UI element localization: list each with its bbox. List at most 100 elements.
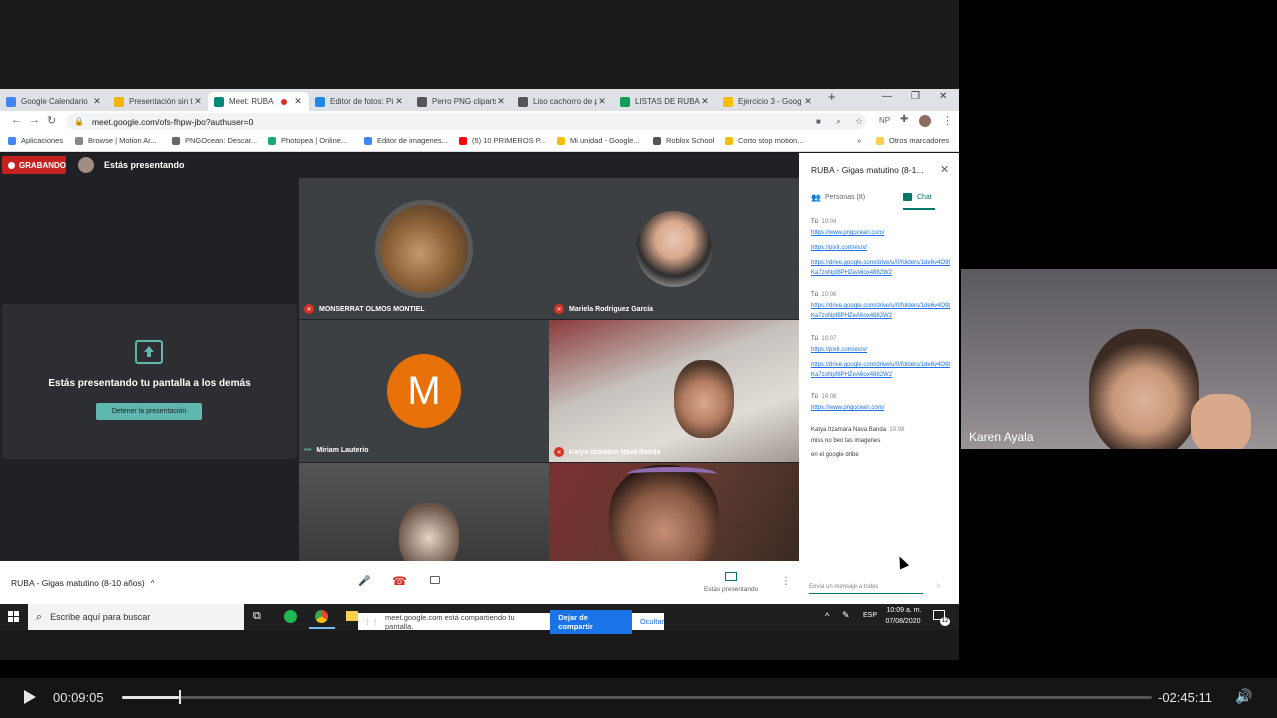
other-bookmarks[interactable]: Otros marcadores xyxy=(876,136,949,145)
reload-icon[interactable]: ↻ xyxy=(47,114,56,127)
chat-message-header: Katya Itzamara Nava Banda 10:08 xyxy=(811,427,904,433)
clock-date[interactable]: 07/08/2020 xyxy=(881,618,925,625)
language-indicator[interactable]: ESP xyxy=(863,612,877,619)
seek-bar[interactable] xyxy=(122,696,1152,699)
chat-link[interactable]: https://pixlr.com/es/x/ xyxy=(811,243,951,253)
bookmark-item[interactable]: Mi unidad - Google... xyxy=(557,136,640,145)
stop-presenting-button[interactable]: Detener la presentación xyxy=(96,403,202,420)
tab-close-icon[interactable]: ✕ xyxy=(597,96,607,107)
bookmark-item[interactable]: Roblox School xyxy=(653,136,714,145)
tab-people[interactable]: 👥 Personas (8) xyxy=(811,193,865,202)
recording-dot-icon xyxy=(281,98,287,105)
chat-link[interactable]: https://drive.google.com/drive/u/0/folde… xyxy=(811,360,951,380)
chat-link[interactable]: https://drive.google.com/drive/u/0/folde… xyxy=(811,258,951,278)
tab-chat[interactable]: Chat xyxy=(903,193,932,201)
notification-count: 12 xyxy=(940,617,950,626)
chat-link[interactable]: https://www.pngocean.com/ xyxy=(811,228,951,238)
new-tab-button[interactable]: + xyxy=(828,89,836,104)
webcam-hand xyxy=(1191,394,1251,449)
tab-favicon-icon xyxy=(214,96,224,107)
clock-time[interactable]: 10:09 a. m. xyxy=(884,607,924,614)
bookmark-item[interactable]: Corto stop motion... xyxy=(725,136,803,145)
present-now-icon[interactable] xyxy=(725,572,737,581)
tab-people-label: Personas (8) xyxy=(824,194,866,201)
tab-close-icon[interactable]: ✕ xyxy=(700,96,710,107)
browser-tab[interactable]: Liso cachorro de p ✕ xyxy=(512,92,613,111)
bookmark-item[interactable]: Photopea | Online... xyxy=(268,136,347,145)
bookmarks-more-icon[interactable]: » xyxy=(857,136,861,145)
muted-mic-icon: ✕ xyxy=(554,304,564,314)
restore-icon[interactable]: ❐ xyxy=(911,91,920,102)
chat-text: miss no beo las imagenes xyxy=(811,438,881,444)
bookmark-item[interactable]: Editor de imagenes... xyxy=(364,136,448,145)
menu-dots-icon[interactable]: ⋮ xyxy=(942,114,953,127)
meeting-name: RUBA - Gigas matutino (8-10 años) xyxy=(11,578,145,588)
chrome-icon[interactable] xyxy=(315,610,328,623)
windows-start-icon[interactable] xyxy=(8,611,19,622)
participant-name: ••• Miriam Lauterio xyxy=(304,447,369,454)
bookmark-label: Mi unidad - Google... xyxy=(570,136,640,145)
lock-icon: 🔒 xyxy=(74,117,84,126)
profile-avatar[interactable] xyxy=(919,115,931,127)
chat-input[interactable]: Envía un mensaje a todos xyxy=(809,580,923,594)
back-icon[interactable]: ← xyxy=(11,114,22,126)
extensions-icon[interactable]: ✚ xyxy=(900,114,908,125)
tray-chevron-icon[interactable]: ^ xyxy=(825,611,829,621)
task-view-icon[interactable]: ⧉ xyxy=(253,610,261,623)
tab-close-icon[interactable]: ✕ xyxy=(193,96,203,107)
play-icon[interactable] xyxy=(24,690,36,704)
chat-link[interactable]: https://drive.google.com/drive/u/0/folde… xyxy=(811,301,951,321)
hide-button[interactable]: Ocultar xyxy=(640,617,664,626)
tab-close-icon[interactable]: ✕ xyxy=(496,96,506,107)
minimize-icon[interactable]: — xyxy=(882,91,892,102)
camera-icon[interactable] xyxy=(430,576,440,584)
browser-tab[interactable]: Editor de fotos: Pi ✕ xyxy=(309,92,410,111)
pen-icon[interactable]: ✎ xyxy=(842,610,850,621)
browser-tab[interactable]: Google Calendario ✕ xyxy=(0,92,108,111)
browser-tab[interactable]: Perro PNG cliparts ✕ xyxy=(411,92,512,111)
spotify-icon[interactable] xyxy=(284,610,297,623)
meeting-details-button[interactable]: RUBA - Gigas matutino (8-10 años) ^ xyxy=(11,578,154,588)
video-person xyxy=(399,503,459,561)
file-explorer-icon[interactable] xyxy=(346,611,358,621)
star-icon[interactable]: ☆ xyxy=(855,116,863,127)
zoom-icon[interactable]: ⌕ xyxy=(836,116,841,127)
sharing-notice-text: meet.google.com está compartiendo tu pan… xyxy=(385,612,515,631)
browser-tab[interactable]: Ejercicio 3 - Goog ✕ xyxy=(717,92,819,111)
chat-link[interactable]: https://pixlr.com/es/x/ xyxy=(811,345,951,355)
tab-close-icon[interactable]: ✕ xyxy=(92,96,102,107)
more-options-icon[interactable]: ⋮ xyxy=(781,576,791,587)
volume-icon[interactable]: 🔊 xyxy=(1235,688,1252,705)
browser-tab[interactable]: Presentación sin tí ✕ xyxy=(108,92,209,111)
seek-handle[interactable] xyxy=(179,690,181,704)
bookmark-item[interactable]: Aplicaciones xyxy=(8,136,63,145)
taskbar-search[interactable]: ⌕ Escribe aquí para buscar xyxy=(28,604,244,630)
tab-close-icon[interactable]: ✕ xyxy=(394,96,404,107)
forward-icon[interactable]: → xyxy=(29,114,40,126)
send-icon[interactable]: ➤ xyxy=(935,581,942,590)
stop-sharing-button[interactable]: Dejar de compartir xyxy=(550,609,632,634)
url-omnibox[interactable]: 🔒 meet.google.com/ofs-fhpw-jbo?authuser=… xyxy=(66,113,866,130)
participant-name: ✕ MONSERRAT OLMOS MONTIEL xyxy=(304,304,425,314)
bookmark-icon xyxy=(268,136,276,145)
bookmark-label: Browse | Motion Ar... xyxy=(88,136,157,145)
browser-tab[interactable]: LISTAS DE RUBA ✕ xyxy=(614,92,716,111)
chevron-up-icon: ^ xyxy=(150,578,155,588)
microphone-icon[interactable]: 🎤 xyxy=(358,576,370,587)
bookmark-item[interactable]: PNGOcean: Descar... xyxy=(172,136,257,145)
tab-close-icon[interactable]: ✕ xyxy=(803,96,813,107)
close-panel-icon[interactable]: ✕ xyxy=(940,163,949,176)
hangup-icon[interactable]: ☎ xyxy=(392,574,407,588)
chat-time: 10:06 xyxy=(821,292,837,298)
ext-np-icon[interactable]: NP xyxy=(879,116,890,125)
drag-handle-icon[interactable]: ⋮⋮ xyxy=(364,617,379,626)
close-window-icon[interactable]: ✕ xyxy=(939,91,947,102)
chat-link[interactable]: https://www.pngocean.com/ xyxy=(811,403,951,413)
bookmark-item[interactable]: Browse | Motion Ar... xyxy=(75,136,157,145)
bookmark-item[interactable]: (5) 10 PRIMEROS P... xyxy=(459,136,546,145)
webcam-person xyxy=(1089,329,1199,449)
participant-tile xyxy=(549,178,799,319)
tab-close-icon[interactable]: ✕ xyxy=(293,96,303,107)
browser-tab[interactable]: Meet: RUBA ✕ xyxy=(208,92,309,111)
camera-icon[interactable]: ■ xyxy=(816,117,821,126)
